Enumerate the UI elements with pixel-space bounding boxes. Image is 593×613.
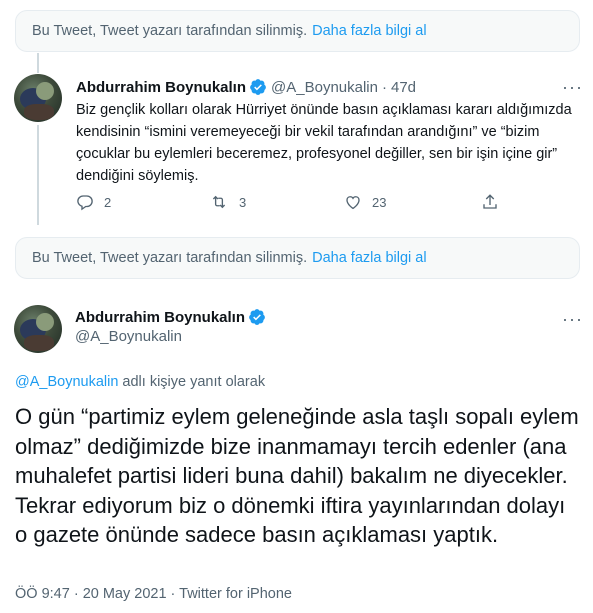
heart-icon <box>346 196 360 210</box>
timestamp[interactable]: 47d <box>391 79 416 96</box>
deleted-notice-text: Bu Tweet, Tweet yazarı tarafından silinm… <box>32 250 308 266</box>
more-options-icon[interactable]: ··· <box>562 78 583 96</box>
reply-mention-link[interactable]: @A_Boynukalin <box>15 374 118 390</box>
replying-to: @A_Boynukalin adlı kişiye yanıt olarak <box>15 374 265 390</box>
like-button[interactable]: 23 <box>344 193 386 211</box>
deleted-notice-text: Bu Tweet, Tweet yazarı tarafından silinm… <box>32 23 308 39</box>
separator: · <box>382 78 387 96</box>
tweet-meta: ÖÖ 9:47 · 20 May 2021 · Twitter for iPho… <box>15 586 292 602</box>
reply-button[interactable]: 2 <box>76 193 111 211</box>
like-count: 23 <box>372 194 387 210</box>
share-button[interactable] <box>481 193 499 211</box>
handle[interactable]: @A_Boynukalin <box>271 79 378 96</box>
share-icon <box>483 194 497 209</box>
deleted-tweet-notice: Bu Tweet, Tweet yazarı tarafından silinm… <box>15 237 580 279</box>
retweet-icon <box>212 195 226 209</box>
thread-line <box>37 125 39 225</box>
learn-more-link[interactable]: Daha fazla bilgi al <box>312 250 426 266</box>
handle[interactable]: @A_Boynukalin <box>75 328 182 345</box>
reply-count: 2 <box>104 194 112 210</box>
tweet2-header: Abdurrahim Boynukalın <box>75 308 266 326</box>
avatar[interactable] <box>14 305 62 353</box>
reply-icon <box>77 195 93 211</box>
tweet-actions: 2 3 23 <box>76 193 526 213</box>
thread-line <box>37 53 39 73</box>
verified-badge-icon <box>248 308 266 326</box>
learn-more-link[interactable]: Daha fazla bilgi al <box>312 23 426 39</box>
display-name[interactable]: Abdurrahim Boynukalın <box>76 79 246 96</box>
more-options-icon[interactable]: ··· <box>562 310 583 328</box>
reply-suffix: adlı kişiye yanıt olarak <box>122 374 266 390</box>
verified-badge-icon <box>249 78 267 96</box>
display-name[interactable]: Abdurrahim Boynukalın <box>75 309 245 326</box>
retweet-count: 3 <box>239 194 247 210</box>
avatar[interactable] <box>14 74 62 122</box>
tweet1-header: Abdurrahim Boynukalın @A_Boynukalin · 47… <box>76 78 416 96</box>
deleted-tweet-notice: Bu Tweet, Tweet yazarı tarafından silinm… <box>15 10 580 52</box>
tweet-text: Biz gençlik kolları olarak Hürriyet önün… <box>76 102 572 184</box>
retweet-button[interactable]: 3 <box>209 193 246 211</box>
tweet-text: O gün “partimiz eylem geleneğinde asla t… <box>15 404 579 547</box>
